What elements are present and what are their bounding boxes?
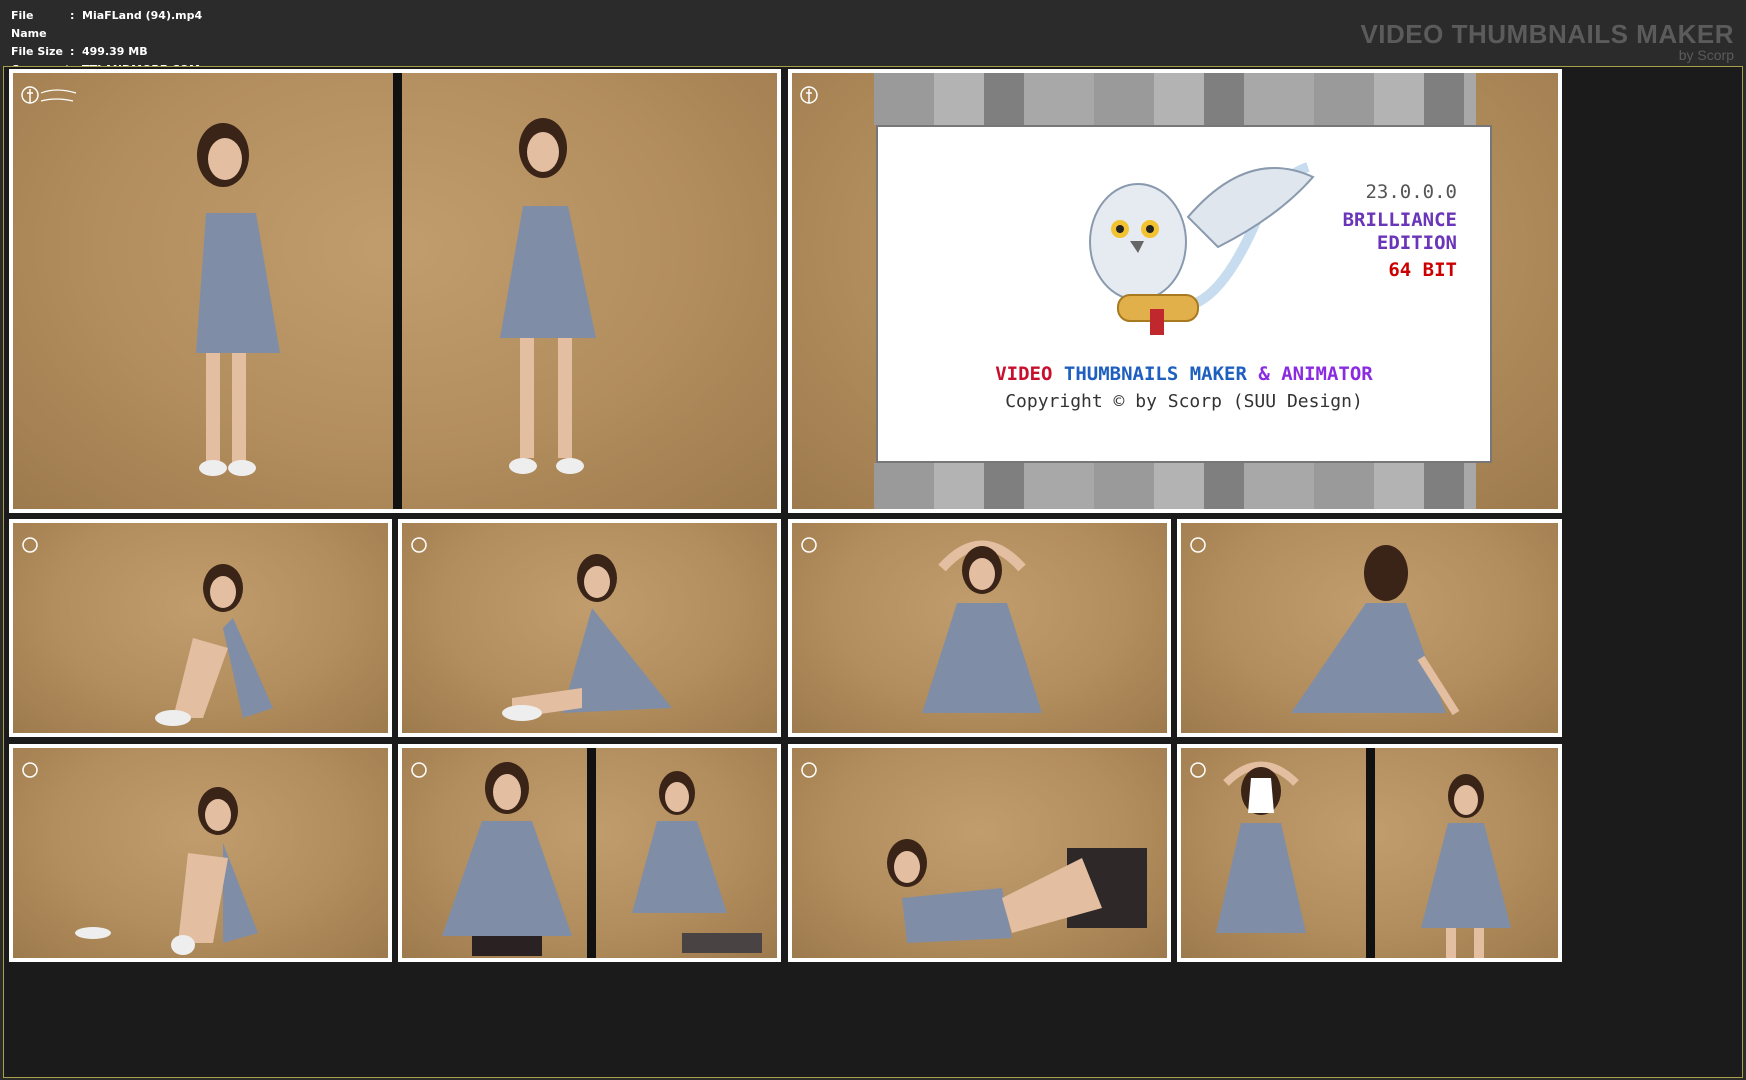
thumbnail-tile[interactable] [398, 519, 781, 737]
product-title-part-3: & ANIMATOR [1246, 363, 1373, 385]
file-name-label: File Name [11, 9, 47, 40]
product-title-part-1: VIDEO [995, 363, 1064, 385]
thumbnail-tile[interactable] [9, 519, 392, 737]
thumbnail-tile[interactable] [9, 744, 392, 962]
model-figure [196, 123, 280, 476]
file-name-value: MiaFLand (94).mp4 [82, 9, 203, 22]
thumbnail-tile[interactable] [788, 519, 1171, 737]
video-frame: 23.0.0.0 BRILLIANCE EDITION 64 BIT VIDEO… [792, 73, 1558, 509]
thumbnail-tile[interactable] [398, 744, 781, 962]
model-figure [155, 564, 273, 726]
header-bar: File Name : MiaFLand (94).mp4 File Size … [0, 0, 1746, 76]
frame-divider [1366, 748, 1375, 958]
studio-logo-icon [1190, 537, 1206, 553]
video-frame [13, 748, 388, 958]
frame-divider [393, 73, 402, 509]
product-title: VIDEO THUMBNAILS MAKER & ANIMATOR [878, 363, 1490, 385]
video-frame [402, 523, 777, 733]
video-frame [1181, 748, 1558, 958]
studio-logo-icon [21, 86, 77, 104]
studio-logo-icon [801, 762, 817, 778]
splash-pattern-bottom [874, 463, 1476, 509]
thumbnail-sheet: 23.0.0.0 BRILLIANCE EDITION 64 BIT VIDEO… [3, 66, 1743, 1078]
thumbnail-tile[interactable] [9, 69, 781, 513]
frame-divider [587, 748, 596, 958]
studio-logo-icon [800, 86, 818, 104]
owl-mascot-icon [1089, 162, 1315, 335]
splash-panel: 23.0.0.0 BRILLIANCE EDITION 64 BIT VIDEO… [876, 125, 1492, 463]
video-frame [792, 748, 1167, 958]
version-label: 23.0.0.0 [1365, 181, 1457, 203]
brand-subtitle: by Scorp [1678, 47, 1734, 63]
video-frame [13, 523, 388, 733]
studio-logo-icon [22, 762, 38, 778]
model-figure [922, 540, 1042, 713]
bits-label: 64 BIT [1388, 259, 1457, 281]
separator: : [70, 9, 75, 22]
studio-logo-icon [411, 537, 427, 553]
edition-line-1: BRILLIANCE [1342, 209, 1457, 231]
thumbnail-tile[interactable] [788, 744, 1171, 962]
edition-label: BRILLIANCE EDITION [1343, 209, 1457, 255]
product-title-part-2: THUMBNAILS MAKER [1063, 363, 1247, 385]
model-figure [632, 771, 762, 953]
separator: : [70, 45, 75, 58]
model-figure [887, 839, 1147, 943]
edition-line-2: EDITION [1376, 232, 1457, 254]
model-figure [442, 762, 572, 956]
thumbnail-tile[interactable] [1177, 744, 1562, 962]
model-figure [502, 554, 672, 721]
video-frame [402, 748, 777, 958]
file-size-label: File Size [11, 45, 63, 58]
file-name-row: File Name : MiaFLand (94).mp4 [11, 7, 202, 43]
thumbnail-tile[interactable]: 23.0.0.0 BRILLIANCE EDITION 64 BIT VIDEO… [788, 69, 1562, 513]
studio-logo-icon [22, 537, 38, 553]
splash-pattern-top [874, 73, 1476, 125]
model-figure [171, 787, 258, 955]
file-size-row: File Size : 499.39 MB [11, 43, 202, 61]
brand-title: VIDEO THUMBNAILS MAKER [1360, 19, 1734, 49]
file-size-value: 499.39 MB [82, 45, 148, 58]
video-frame [1181, 523, 1558, 733]
sock-icon [75, 927, 111, 939]
model-figure [1291, 545, 1460, 716]
studio-logo-icon [801, 537, 817, 553]
copyright-text: Copyright © by Scorp (SUU Design) [1005, 391, 1363, 412]
model-figure [1216, 761, 1306, 933]
video-frame [792, 523, 1167, 733]
model-figure [1421, 774, 1511, 958]
thumbnail-tile[interactable] [1177, 519, 1562, 737]
video-frame [13, 73, 777, 509]
model-figure [500, 118, 596, 474]
brand-watermark: VIDEO THUMBNAILS MAKER by Scorp [1360, 20, 1734, 62]
